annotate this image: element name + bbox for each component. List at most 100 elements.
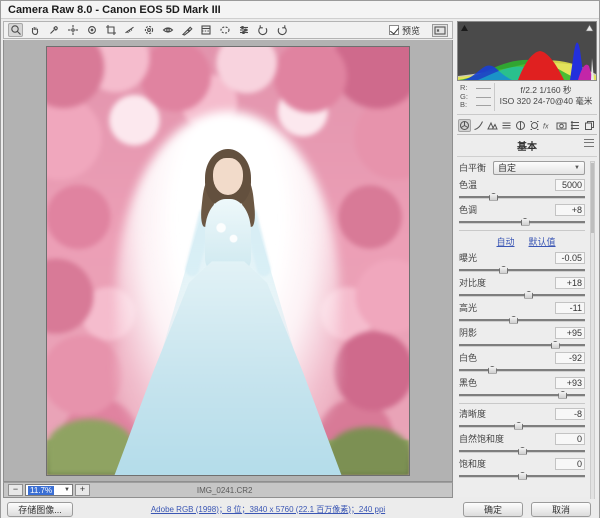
chevron-down-icon: ▼	[574, 164, 580, 171]
white-balance-row: 白平衡 自定 ▼	[459, 160, 593, 175]
slider-thumb[interactable]	[518, 471, 527, 480]
slider-track[interactable]	[459, 315, 585, 324]
save-image-button[interactable]: 存储图像...	[7, 501, 73, 517]
shadow-clipping-indicator[interactable]	[460, 24, 469, 32]
slider-track[interactable]	[459, 390, 585, 399]
slider-track[interactable]	[459, 365, 585, 374]
divider	[459, 229, 585, 231]
slider-track[interactable]	[459, 290, 585, 299]
highlight-clipping-indicator[interactable]	[585, 24, 594, 32]
slider-track[interactable]	[459, 446, 585, 455]
hand-tool-icon[interactable]	[27, 23, 42, 37]
slider-高光: 高光 -11	[459, 301, 593, 324]
preview-toggle[interactable]: 预览	[388, 24, 420, 37]
color-sampler-tool-icon[interactable]	[65, 23, 80, 37]
spot-removal-tool-icon[interactable]	[141, 23, 156, 37]
tab-presets[interactable]	[569, 119, 582, 132]
slider-value[interactable]: -92	[555, 351, 585, 364]
tab-effects[interactable]: fx	[541, 119, 554, 132]
photo-canvas[interactable]	[46, 45, 410, 476]
slider-value[interactable]: -0.05	[555, 251, 585, 264]
window-title: Camera Raw 8.0 - Canon EOS 5D Mark III	[8, 3, 221, 16]
slider-阴影: 阴影 +95	[459, 326, 593, 349]
panel-menu-icon[interactable]	[584, 138, 594, 147]
graduated-filter-tool-icon[interactable]	[198, 23, 213, 37]
slider-色调: 色调 +8	[459, 203, 593, 226]
status-bar: − 11.7% ▼ + IMG_0241.CR2	[3, 482, 453, 498]
slider-track[interactable]	[459, 340, 585, 349]
slider-track[interactable]	[459, 192, 585, 201]
slider-track[interactable]	[459, 217, 585, 226]
slider-value[interactable]: +93	[555, 376, 585, 389]
default-link[interactable]: 默认值	[529, 235, 556, 248]
zoom-tool-icon[interactable]	[8, 23, 23, 37]
zoom-out-button[interactable]: −	[8, 484, 23, 496]
slider-value[interactable]: 0	[555, 457, 585, 470]
tone-sliders: 曝光 -0.05 对比度 +18 高光 -11 阴影 +95 白色 -92 黑色 +93	[459, 251, 593, 399]
slider-value[interactable]: +95	[555, 326, 585, 339]
scrollbar-thumb[interactable]	[591, 162, 594, 233]
tab-snapshots[interactable]	[583, 119, 596, 132]
slider-thumb[interactable]	[558, 390, 568, 399]
slider-清晰度: 清晰度 -8	[459, 407, 593, 430]
slider-thumb[interactable]	[524, 290, 534, 299]
slider-value[interactable]: -11	[555, 301, 585, 314]
slider-thumb[interactable]	[499, 265, 509, 274]
zoom-level-select[interactable]: 11.7% ▼	[25, 484, 73, 496]
red-eye-tool-icon[interactable]	[160, 23, 175, 37]
slider-track[interactable]	[459, 265, 585, 274]
slider-value[interactable]: +8	[555, 203, 585, 216]
slider-thumb[interactable]	[489, 192, 499, 201]
white-balance-value: 自定	[498, 163, 517, 173]
targeted-adjustment-tool-icon[interactable]	[84, 23, 99, 37]
white-balance-tool-icon[interactable]	[46, 23, 61, 37]
adjustments-panel: R: —— G: —— B: —— f/2.2 1/160 秒 ISO 320 24-70…	[455, 21, 599, 501]
toolbar: 预览	[3, 21, 453, 39]
white-balance-select[interactable]: 自定 ▼	[493, 160, 585, 175]
radial-filter-tool-icon[interactable]	[217, 23, 232, 37]
zoom-in-button[interactable]: +	[75, 484, 90, 496]
tab-camera-calibration[interactable]	[555, 119, 568, 132]
slider-value[interactable]: 5000	[555, 178, 585, 191]
exposure-info: f/2.2 1/160 秒 ISO 320 24-70@40 毫米	[495, 83, 597, 111]
panel-title-bar: 基本	[457, 135, 597, 157]
slider-label: 黑色	[459, 378, 478, 388]
slider-thumb[interactable]	[520, 217, 530, 226]
exif-line-1: f/2.2 1/160 秒	[520, 85, 572, 95]
slider-label: 色温	[459, 180, 478, 190]
camera-raw-dialog: Camera Raw 8.0 - Canon EOS 5D Mark III 预…	[0, 0, 600, 518]
slider-thumb[interactable]	[487, 365, 497, 374]
tab-split-toning[interactable]	[514, 119, 527, 132]
tab-lens-corrections[interactable]	[528, 119, 541, 132]
slider-thumb[interactable]	[514, 421, 524, 430]
slider-value[interactable]: +18	[555, 276, 585, 289]
rotate-left-tool-icon[interactable]	[255, 23, 270, 37]
workflow-options-link[interactable]: Adobe RGB (1998)；8 位；3840 x 5760 (22.1 百…	[73, 504, 463, 515]
slider-thumb[interactable]	[518, 446, 527, 455]
fullscreen-toggle-icon[interactable]	[432, 23, 448, 37]
tab-basic[interactable]	[458, 118, 471, 132]
tab-tone-curve[interactable]	[472, 119, 485, 132]
exif-line-2: ISO 320 24-70@40 毫米	[499, 96, 593, 106]
preview-checkbox[interactable]	[388, 25, 399, 35]
ok-button[interactable]: 确定	[463, 501, 523, 517]
tab-hsl-grayscale[interactable]	[500, 119, 513, 132]
straighten-tool-icon[interactable]	[122, 23, 137, 37]
slider-label: 曝光	[459, 253, 478, 263]
slider-thumb[interactable]	[509, 315, 519, 324]
slider-thumb[interactable]	[550, 340, 560, 349]
slider-track[interactable]	[459, 471, 585, 480]
tab-detail[interactable]	[486, 119, 499, 132]
panel-scrollbar[interactable]	[590, 160, 595, 501]
rgb-readout: R: —— G: —— B: ——	[457, 83, 495, 111]
preferences-icon[interactable]	[236, 23, 251, 37]
rotate-right-tool-icon[interactable]	[274, 23, 289, 37]
cancel-button[interactable]: 取消	[531, 501, 591, 517]
auto-link[interactable]: 自动	[496, 235, 514, 248]
slider-value[interactable]: -8	[555, 407, 585, 420]
slider-value[interactable]: 0	[555, 432, 585, 445]
crop-tool-icon[interactable]	[103, 23, 118, 37]
slider-track[interactable]	[459, 421, 585, 430]
adjustment-brush-tool-icon[interactable]	[179, 23, 194, 37]
preview-pane[interactable]	[3, 40, 453, 482]
